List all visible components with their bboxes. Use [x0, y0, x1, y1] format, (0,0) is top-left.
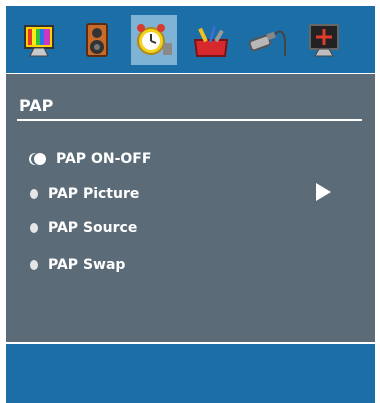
tab-feature[interactable] — [188, 15, 234, 65]
bullet-icon — [30, 260, 38, 270]
submenu-arrow-icon[interactable] — [316, 183, 331, 201]
menu-item-pap-on-off[interactable]: PAP ON-OFF — [30, 151, 151, 167]
selected-bullet-icon — [34, 153, 46, 165]
pc-monitor-icon — [309, 23, 339, 56]
tab-source[interactable] — [302, 15, 348, 65]
tv-picture-icon — [24, 24, 54, 56]
bullet-icon — [30, 189, 38, 199]
menu-item-label: PAP Picture — [48, 186, 140, 202]
bullet-icon — [30, 223, 38, 233]
tab-timer[interactable] — [131, 14, 177, 65]
tab-install[interactable] — [245, 15, 291, 65]
menu-item-pap-swap[interactable]: PAP Swap — [30, 257, 125, 273]
menu-item-label: PAP Source — [48, 220, 138, 236]
speaker-icon — [86, 22, 108, 57]
menu-item-label: PAP Swap — [48, 257, 126, 273]
menu-title: PAP — [19, 96, 54, 115]
menu-tab-bar — [6, 6, 375, 73]
title-divider — [17, 119, 362, 121]
toolbox-icon — [193, 25, 229, 57]
connector-cable-icon — [248, 30, 286, 56]
alarm-clock-icon — [137, 23, 172, 55]
menu-item-pap-picture[interactable]: PAP Picture — [30, 186, 139, 202]
bottom-info-bar — [6, 344, 375, 403]
tab-picture[interactable] — [17, 15, 63, 65]
menu-item-label: PAP ON-OFF — [56, 151, 152, 167]
menu-panel — [6, 74, 375, 342]
menu-item-pap-source[interactable]: PAP Source — [30, 220, 137, 236]
tab-sound[interactable] — [74, 15, 120, 65]
